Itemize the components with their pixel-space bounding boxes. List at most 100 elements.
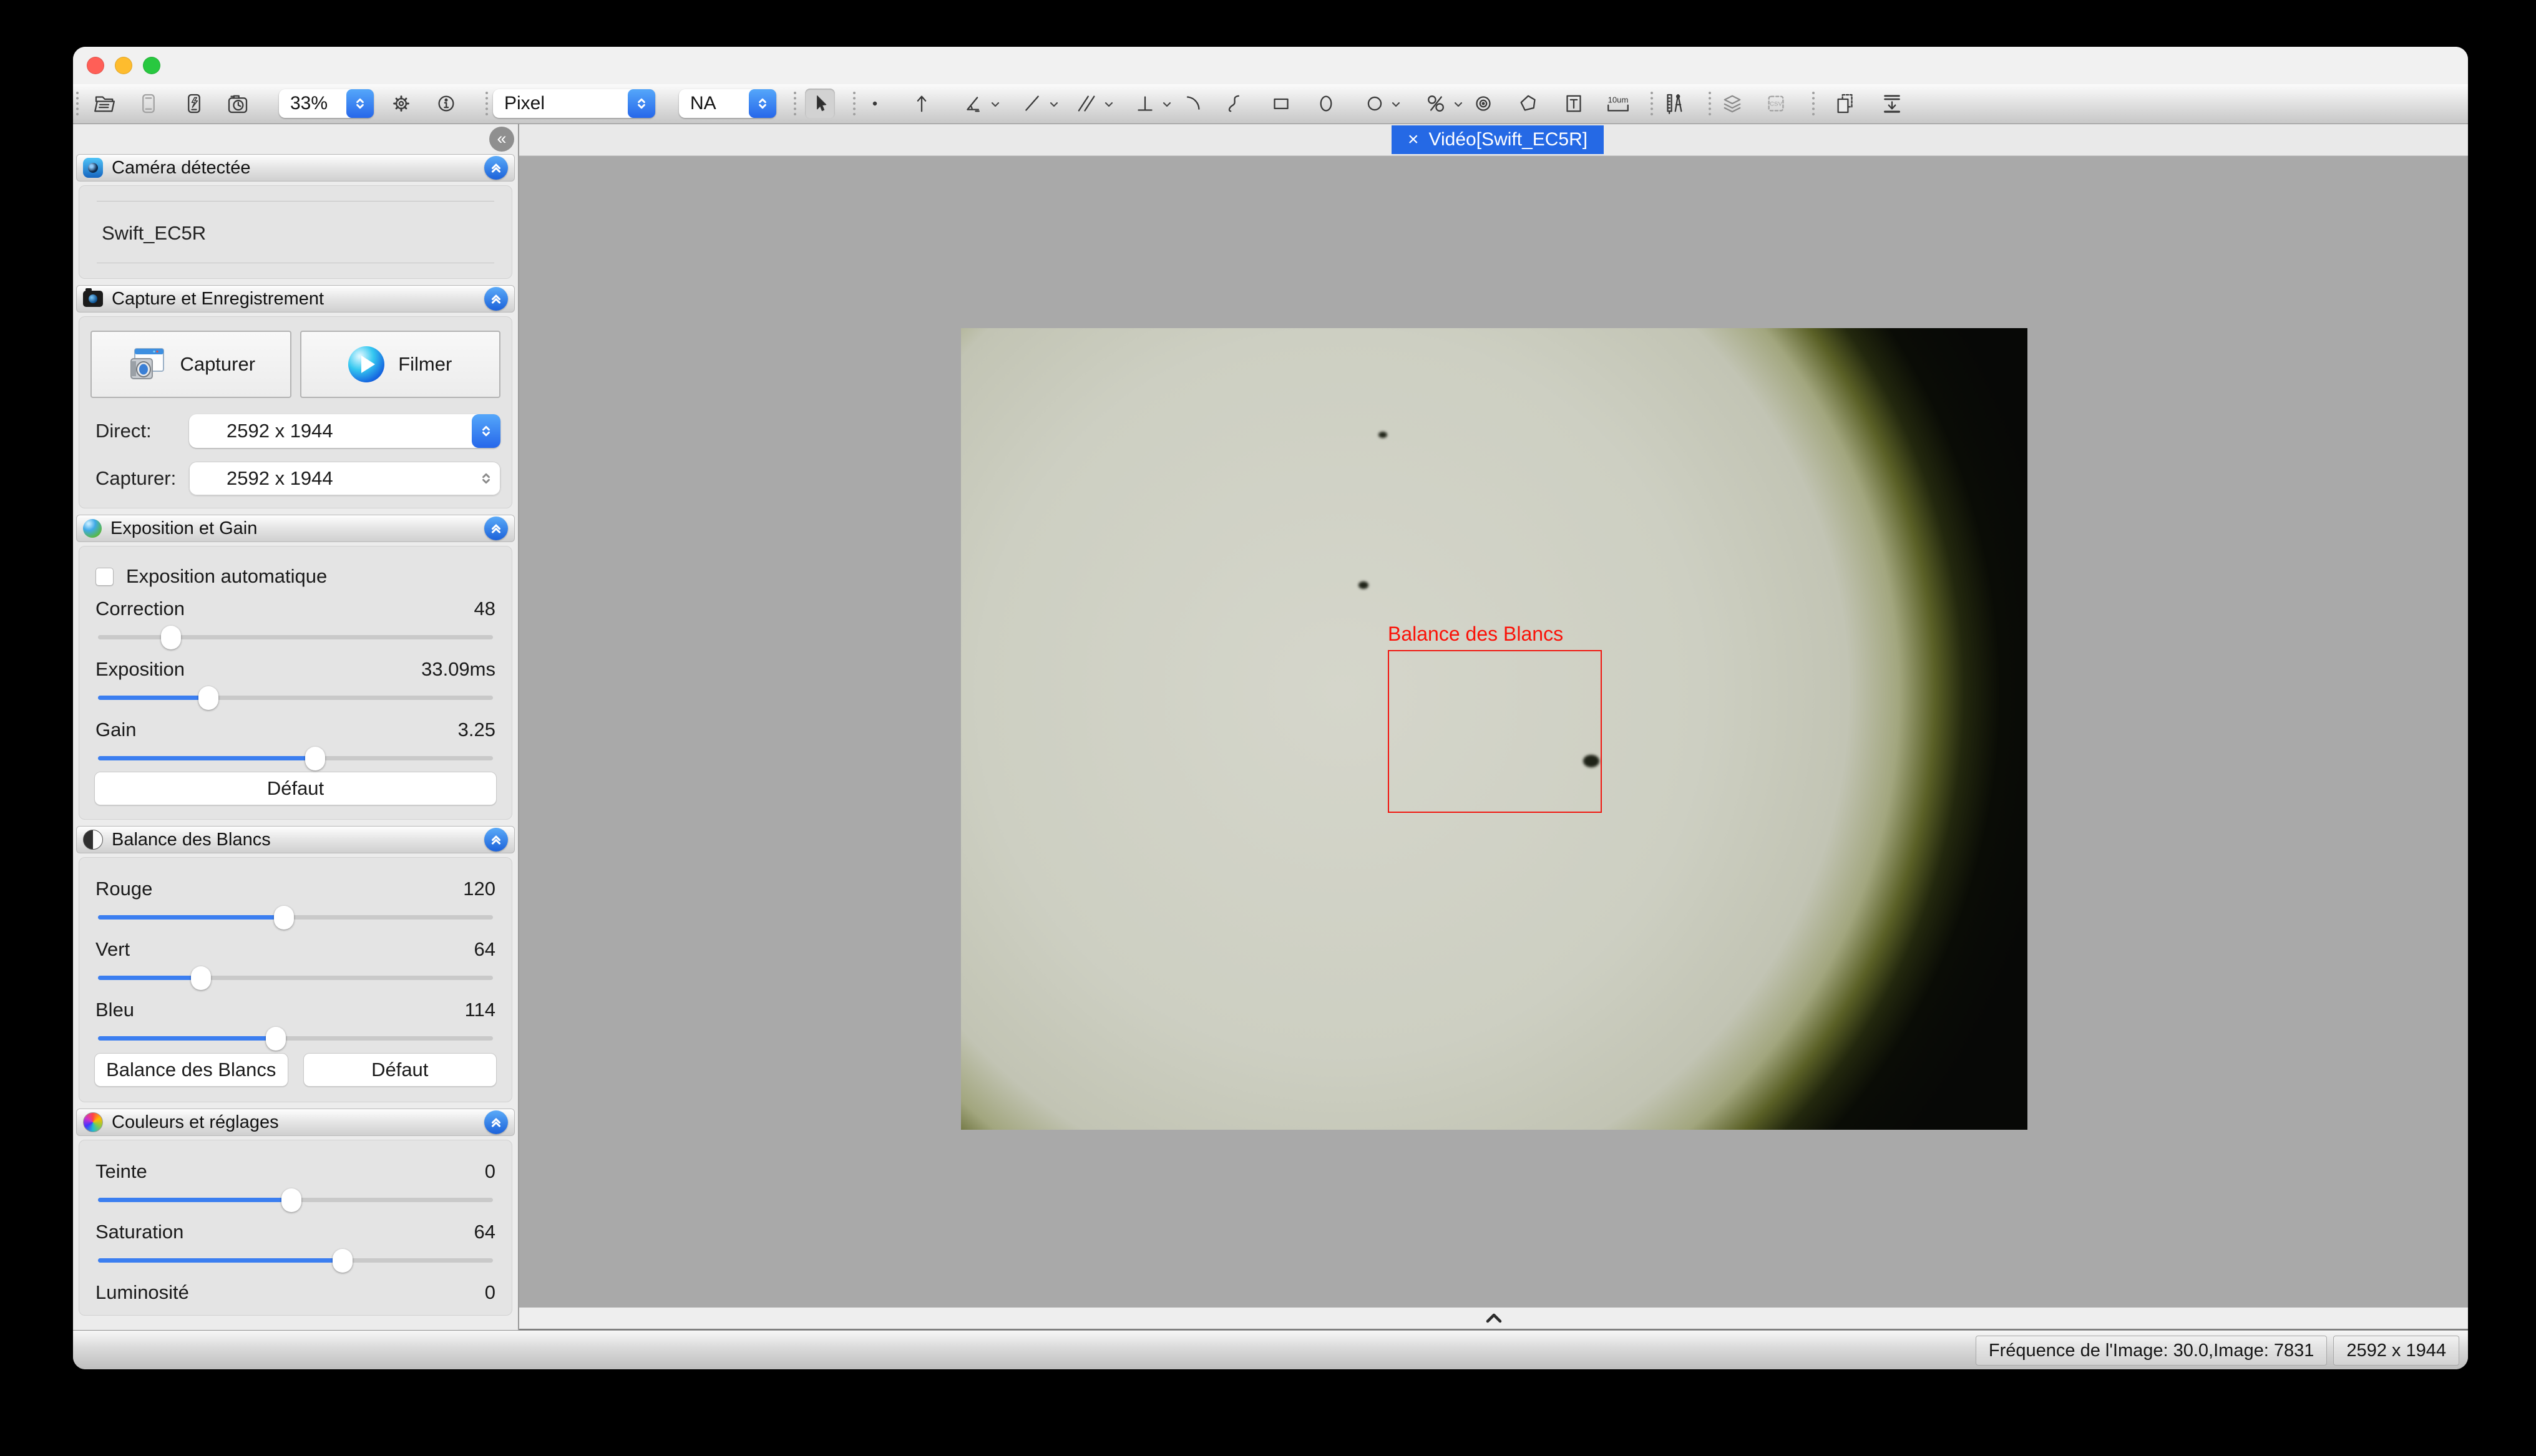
zoom-stepper[interactable] xyxy=(346,89,374,118)
white-balance-roi-label: Balance des Blancs xyxy=(1388,623,1563,646)
white-balance-roi-rectangle[interactable] xyxy=(1388,650,1602,813)
slider-thumb[interactable] xyxy=(198,686,218,710)
duplicate-button[interactable] xyxy=(1830,89,1860,119)
scalebar-tool-button[interactable]: 10um xyxy=(1599,89,1637,119)
exposure-panel-header[interactable]: Exposition et Gain xyxy=(76,515,515,542)
double-chevron-up-icon xyxy=(489,292,503,306)
line-tool-button[interactable] xyxy=(1017,89,1047,119)
line-tool-dropdown[interactable] xyxy=(1049,99,1059,109)
measurements-button[interactable] xyxy=(1659,89,1689,119)
auto-exposure-checkbox[interactable] xyxy=(95,568,114,586)
camera-panel-collapse-button[interactable] xyxy=(484,156,508,180)
capture-resolution-select[interactable]: 2592 x 1944 xyxy=(189,462,500,495)
point-tool-button[interactable] xyxy=(860,89,890,119)
gain-slider[interactable] xyxy=(98,756,493,760)
red-slider[interactable] xyxy=(98,915,493,920)
exposure-slider[interactable] xyxy=(98,696,493,700)
capture-panel-header[interactable]: Capture et Enregistrement xyxy=(76,285,515,313)
parallel-tool-button[interactable] xyxy=(1072,89,1102,119)
white-balance-panel-header[interactable]: Balance des Blancs xyxy=(76,826,515,853)
chevron-down-icon xyxy=(1049,99,1059,109)
colors-panel-collapse-button[interactable] xyxy=(484,1110,508,1134)
blue-slider[interactable] xyxy=(98,1036,493,1041)
slider-fill xyxy=(98,976,201,980)
unit-select[interactable]: Pixel xyxy=(493,89,655,118)
flash-capture-button[interactable] xyxy=(179,89,209,119)
camera-panel-header[interactable]: Caméra détectée xyxy=(76,154,515,182)
exposure-panel-collapse-button[interactable] xyxy=(484,517,508,540)
slider-fill xyxy=(98,915,284,920)
zoom-window-button[interactable] xyxy=(143,57,160,74)
stepper-chevrons-icon xyxy=(636,97,647,110)
copy-icon xyxy=(1832,90,1858,117)
merge-flatten-button[interactable] xyxy=(1877,89,1907,119)
hue-slider[interactable] xyxy=(98,1198,493,1202)
slider-thumb[interactable] xyxy=(161,626,181,649)
chevron-down-icon xyxy=(1453,99,1463,109)
record-video-button[interactable]: Filmer xyxy=(300,331,501,398)
video-tab[interactable]: × Vidéo[Swift_EC5R] xyxy=(1392,125,1604,154)
direct-resolution-stepper[interactable] xyxy=(472,414,500,448)
magnification-stepper[interactable] xyxy=(749,89,776,118)
saturation-slider[interactable] xyxy=(98,1258,493,1263)
polygon-tool-button[interactable] xyxy=(1513,89,1543,119)
toolbar-separator xyxy=(485,92,488,115)
parallel-tool-dropdown[interactable] xyxy=(1104,99,1114,109)
white-balance-collapse-button[interactable] xyxy=(484,828,508,852)
exposure-default-button[interactable]: Défaut xyxy=(94,772,497,805)
detected-camera-name[interactable]: Swift_EC5R xyxy=(102,222,206,245)
perpendicular-tool-dropdown[interactable] xyxy=(1162,99,1172,109)
export-csv-button: CSV xyxy=(1761,89,1791,119)
text-tool-button[interactable] xyxy=(1559,89,1589,119)
zoom-level-select[interactable]: 33% xyxy=(279,89,374,118)
capture-resolution-value: 2592 x 1944 xyxy=(189,467,472,490)
svg-text:CSV: CSV xyxy=(1770,101,1782,108)
tab-close-icon[interactable]: × xyxy=(1408,129,1419,150)
circle-tool-dropdown[interactable] xyxy=(1391,99,1401,109)
ellipse-tool-button[interactable] xyxy=(1311,89,1341,119)
bottom-panel-expand-strip[interactable] xyxy=(519,1308,2468,1330)
unit-stepper[interactable] xyxy=(628,89,655,118)
select-tool-button[interactable] xyxy=(805,89,835,119)
perpendicular-tool-button[interactable] xyxy=(1130,89,1160,119)
open-file-button[interactable] xyxy=(90,89,120,119)
annulus-tool-dropdown[interactable] xyxy=(1453,99,1463,109)
gear-icon xyxy=(388,90,414,117)
settings-button[interactable] xyxy=(386,89,416,119)
slider-thumb[interactable] xyxy=(274,906,294,929)
slider-thumb[interactable] xyxy=(333,1249,353,1273)
close-window-button[interactable] xyxy=(87,57,104,74)
sidebar-collapse-button[interactable]: « xyxy=(489,127,514,152)
capture-resolution-stepper[interactable] xyxy=(472,462,500,495)
correction-slider[interactable] xyxy=(98,635,493,639)
timer-capture-button[interactable] xyxy=(223,89,253,119)
minimize-window-button[interactable] xyxy=(115,57,132,74)
capture-panel-collapse-button[interactable] xyxy=(484,287,508,311)
slider-thumb[interactable] xyxy=(266,1027,286,1051)
slider-fill xyxy=(98,756,315,760)
concentric-circles-tool-button[interactable] xyxy=(1468,89,1498,119)
video-canvas[interactable]: Balance des Blancs xyxy=(519,156,2468,1308)
curve-tool-button[interactable] xyxy=(1219,89,1249,119)
green-slider[interactable] xyxy=(98,976,493,980)
capture-snapshot-button[interactable]: Capturer xyxy=(90,331,291,398)
annulus-tool-button[interactable] xyxy=(1421,89,1451,119)
slider-thumb[interactable] xyxy=(305,747,325,770)
arrow-tool-button[interactable] xyxy=(907,89,937,119)
arc-tool-button[interactable] xyxy=(1177,89,1207,119)
slider-thumb[interactable] xyxy=(281,1188,301,1212)
circle-tool-button[interactable] xyxy=(1360,89,1390,119)
white-balance-default-button[interactable]: Défaut xyxy=(303,1053,497,1087)
angle-tool-dropdown[interactable] xyxy=(990,99,1000,109)
rectangle-tool-button[interactable] xyxy=(1266,89,1296,119)
layers-button[interactable] xyxy=(1717,89,1747,119)
live-video-frame[interactable]: Balance des Blancs xyxy=(961,328,2027,1130)
colors-panel-header[interactable]: Couleurs et réglages xyxy=(76,1109,515,1136)
slider-thumb[interactable] xyxy=(191,966,211,990)
info-button[interactable] xyxy=(431,89,461,119)
magnification-select[interactable]: NA xyxy=(679,89,776,118)
white-balance-button[interactable]: Balance des Blancs xyxy=(94,1053,288,1087)
direct-resolution-select[interactable]: 2592 x 1944 xyxy=(189,414,500,448)
angle-tool-button[interactable] xyxy=(958,89,988,119)
dust-speck xyxy=(1378,432,1387,438)
